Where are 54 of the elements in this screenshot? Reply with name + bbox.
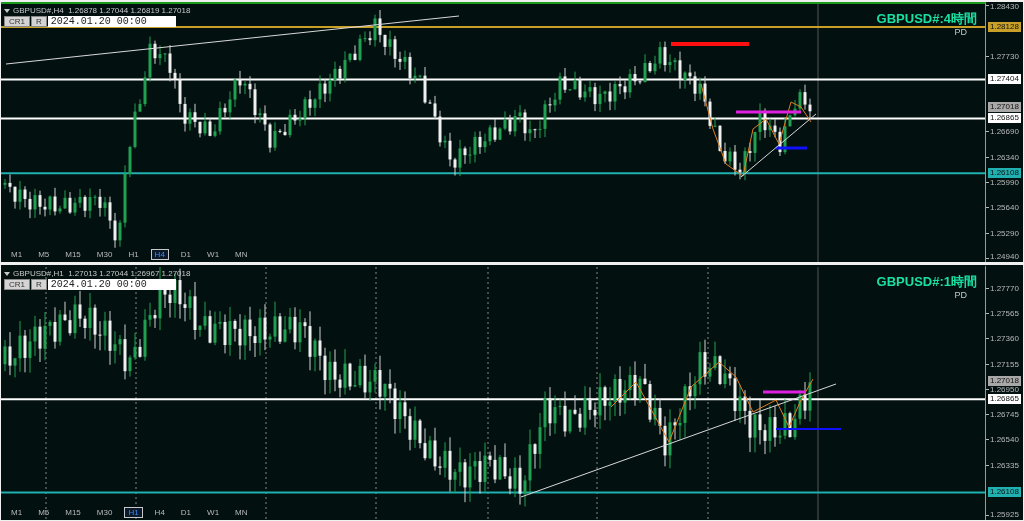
- price-tag: 1.26108: [988, 168, 1021, 179]
- timeframe-button[interactable]: H1: [124, 507, 143, 518]
- price-tick-label: 1.26335: [990, 460, 1019, 470]
- date-field[interactable]: 2024.01.20 00:00: [47, 279, 176, 290]
- price-tick-label: 1.25290: [990, 228, 1019, 238]
- price-tick-label: 1.27565: [990, 309, 1019, 319]
- price-tick-label: 1.26540: [990, 435, 1019, 445]
- date-field[interactable]: 2024.01.20 00:00: [47, 16, 176, 27]
- timeframe-button[interactable]: M30: [92, 507, 117, 518]
- timeframe-button[interactable]: H1: [124, 249, 143, 260]
- timeframe-button[interactable]: M15: [61, 249, 85, 260]
- price-tag: 1.28128: [988, 21, 1021, 32]
- chart-subtitle: PD: [954, 27, 967, 37]
- toolbar-button[interactable]: CR1: [4, 279, 30, 290]
- price-tick-label: 1.25640: [990, 203, 1019, 213]
- toolbar-button[interactable]: R: [31, 279, 47, 290]
- timeframe-button[interactable]: D1: [176, 249, 196, 260]
- price-tick-label: 1.26950: [990, 384, 1019, 394]
- price-tick-label: 1.24940: [990, 252, 1019, 261]
- symbol-quote: GBPUSD#,H4 1.26878 1.27044 1.26819 1.27018: [13, 6, 191, 15]
- timeframe-button[interactable]: MN: [231, 507, 252, 518]
- timeframe-button[interactable]: H4: [150, 507, 169, 518]
- price-tick-label: 1.27155: [990, 359, 1019, 369]
- timeframe-button[interactable]: M1: [7, 249, 27, 260]
- timeframe-button[interactable]: M15: [61, 507, 85, 518]
- timeframe-button[interactable]: W1: [203, 507, 224, 518]
- price-tick-label: 1.28430: [990, 2, 1019, 11]
- price-tag: 1.27018: [988, 375, 1021, 386]
- timeframe-button[interactable]: M5: [34, 249, 54, 260]
- price-tag: 1.26108: [988, 487, 1021, 498]
- price-tag: 1.26865: [988, 113, 1021, 124]
- price-tick-label: 1.26340: [990, 152, 1019, 162]
- price-tick-label: 1.25990: [990, 177, 1019, 187]
- timeframe-button[interactable]: H4: [150, 249, 169, 260]
- price-tag: 1.27404: [988, 74, 1021, 85]
- chart-title: GBPUSD#:1時間: [876, 273, 977, 291]
- timeframe-button[interactable]: M5: [34, 507, 54, 518]
- price-tick-label: 1.27360: [990, 334, 1019, 344]
- chart-subtitle: PD: [954, 290, 967, 300]
- timeframe-button[interactable]: W1: [203, 249, 224, 260]
- price-tick-label: 1.27770: [990, 284, 1019, 293]
- price-tick-label: 1.25925: [990, 510, 1019, 519]
- toolbar-button[interactable]: CR1: [4, 16, 30, 27]
- timeframe-button[interactable]: M30: [92, 249, 117, 260]
- price-tick-label: 1.26690: [990, 127, 1019, 137]
- timeframe-button[interactable]: M1: [7, 507, 27, 518]
- toolbar-button[interactable]: R: [31, 16, 47, 27]
- price-tick-label: 1.26745: [990, 410, 1019, 420]
- chart-title: GBPUSD#:4時間: [876, 10, 977, 28]
- price-tag: 1.26865: [988, 394, 1021, 405]
- price-tag: 1.27018: [988, 102, 1021, 113]
- timeframe-button[interactable]: MN: [231, 249, 252, 260]
- price-tick-label: 1.27730: [990, 51, 1019, 61]
- timeframe-button[interactable]: D1: [176, 507, 196, 518]
